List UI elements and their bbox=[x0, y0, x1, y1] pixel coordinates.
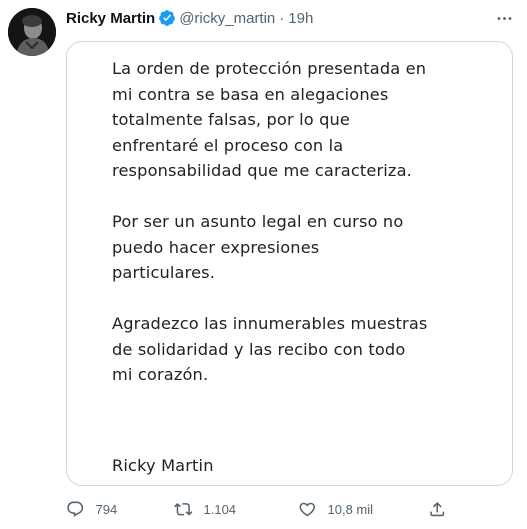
statement-line: Agradezco las innumerables muestras bbox=[112, 314, 428, 333]
tweet-header: Ricky Martin @ricky_martin · 19h bbox=[66, 8, 515, 28]
share-icon bbox=[430, 501, 445, 516]
reply-button[interactable]: 794 bbox=[66, 498, 117, 520]
statement-line: totalmente falsas, por lo que bbox=[112, 110, 351, 129]
statement-paragraph: La orden de protección presentada en mi … bbox=[112, 56, 492, 184]
share-button[interactable] bbox=[428, 498, 447, 520]
tweet[interactable]: Ricky Martin @ricky_martin · 19h La orde… bbox=[0, 0, 527, 529]
statement-line: responsabilidad que me caracteriza. bbox=[112, 161, 412, 180]
like-count: 10,8 mil bbox=[327, 501, 374, 517]
retweet-count: 1.104 bbox=[203, 501, 237, 517]
timestamp[interactable]: 19h bbox=[288, 10, 313, 27]
statement-paragraph: Agradezco las innumerables muestras de s… bbox=[112, 311, 492, 388]
statement-paragraph: Por ser un asunto legal en curso no pued… bbox=[112, 209, 492, 286]
statement-line: particulares. bbox=[112, 263, 216, 282]
like-button[interactable]: 10,8 mil bbox=[298, 498, 373, 520]
verified-badge-icon bbox=[158, 9, 176, 27]
reply-count: 794 bbox=[95, 501, 118, 517]
reply-icon bbox=[67, 501, 84, 517]
statement-text: La orden de protección presentada en mi … bbox=[112, 56, 492, 413]
retweet-icon bbox=[174, 502, 193, 516]
more-icon[interactable] bbox=[493, 7, 515, 29]
avatar-photo bbox=[8, 8, 56, 56]
separator-dot: · bbox=[279, 9, 285, 27]
author-name[interactable]: Ricky Martin bbox=[66, 10, 155, 27]
statement-line: mi corazón. bbox=[112, 365, 209, 384]
statement-image[interactable]: La orden de protección presentada en mi … bbox=[66, 41, 513, 486]
statement-line: puedo hacer expresiones bbox=[112, 237, 320, 257]
statement-signature: Ricky Martin bbox=[112, 456, 214, 475]
statement-line: enfrentaré el proceso con la bbox=[112, 135, 344, 155]
statement-line: mi contra se basa en alegaciones bbox=[112, 84, 389, 104]
like-icon bbox=[299, 502, 315, 517]
statement-line: La orden de protección presentada en bbox=[112, 59, 427, 78]
retweet-button[interactable]: 1.104 bbox=[174, 498, 236, 520]
avatar[interactable] bbox=[8, 8, 56, 56]
statement-line: de solidaridad y las recibo con todo bbox=[112, 339, 406, 359]
tweet-actions: 794 1.104 10,8 mil bbox=[66, 498, 513, 520]
author-handle[interactable]: @ricky_martin bbox=[179, 10, 275, 27]
statement-line: Por ser un asunto legal en curso no bbox=[112, 212, 404, 231]
